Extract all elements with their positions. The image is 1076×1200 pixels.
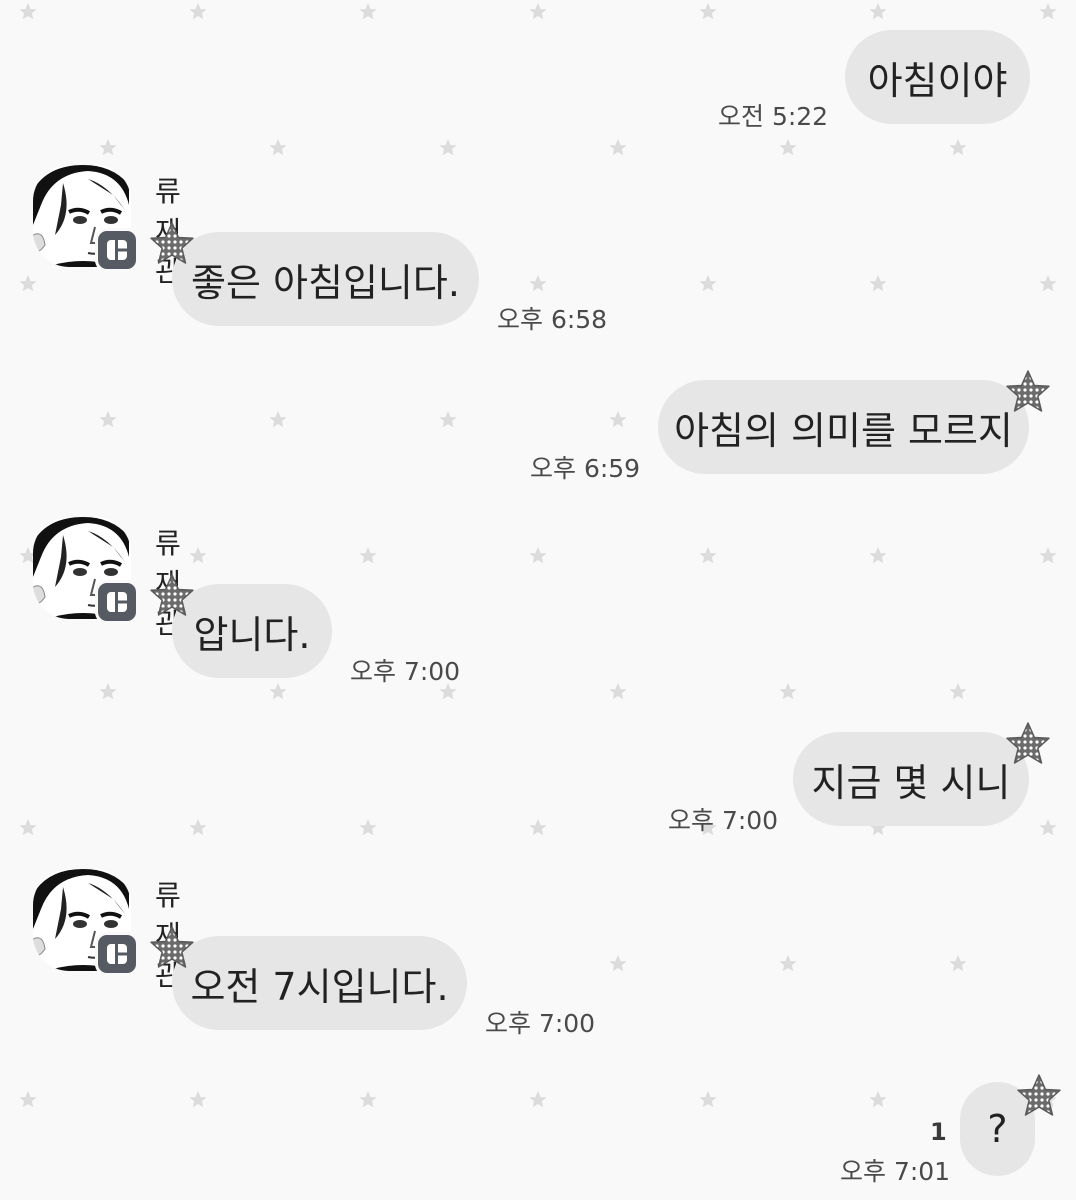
background-star (99, 411, 117, 428)
message-text: 아침의 의미를 모르지 (674, 408, 1013, 453)
background-star (19, 275, 37, 292)
app-badge-icon (95, 580, 139, 624)
polka-dot-star-icon (150, 222, 194, 264)
background-star (439, 411, 457, 428)
message-time: 오후 7:00 (485, 1009, 596, 1038)
message-text: 아침이야 (867, 58, 1008, 103)
background-star (699, 3, 717, 20)
message-time: 오후 6:58 (497, 305, 608, 334)
background-star (189, 1091, 207, 1108)
background-star (359, 819, 377, 836)
unread-count: 1 (930, 1118, 947, 1146)
background-star (779, 683, 797, 700)
background-star (19, 819, 37, 836)
background-star (99, 683, 117, 700)
background-star (19, 1091, 37, 1108)
background-star (529, 547, 547, 564)
message-bubble[interactable]: 아침이야 (845, 30, 1030, 124)
background-star (949, 955, 967, 972)
background-star (1039, 3, 1057, 20)
background-star (949, 683, 967, 700)
polka-dot-star-icon (1006, 370, 1050, 412)
background-star (269, 411, 287, 428)
message-time: 오후 7:01 (840, 1157, 951, 1186)
background-star (529, 3, 547, 20)
polka-dot-star-icon (1017, 1074, 1061, 1116)
background-star (1039, 547, 1057, 564)
message-text: 압니다. (193, 612, 311, 657)
message-time: 오전 5:22 (718, 102, 829, 131)
background-star (699, 547, 717, 564)
message-bubble[interactable]: 오전 7시입니다. (172, 936, 467, 1030)
message-text: 지금 몇 시니 (811, 760, 1011, 805)
message-text: 좋은 아침입니다. (191, 260, 460, 305)
background-star (869, 3, 887, 20)
background-star (779, 139, 797, 156)
background-star (609, 411, 627, 428)
app-badge-icon (95, 932, 139, 976)
message-bubble[interactable]: 아침의 의미를 모르지 (658, 380, 1029, 474)
background-star (1039, 275, 1057, 292)
background-star (529, 1091, 547, 1108)
background-star (869, 1091, 887, 1108)
background-star (609, 955, 627, 972)
background-star (359, 3, 377, 20)
polka-dot-star-icon (150, 926, 194, 968)
background-star (359, 1091, 377, 1108)
message-text: ? (987, 1107, 1008, 1151)
background-star (699, 275, 717, 292)
background-star (779, 955, 797, 972)
polka-dot-star-icon (1006, 722, 1050, 764)
background-star (699, 1091, 717, 1108)
background-star (529, 275, 547, 292)
background-star (269, 683, 287, 700)
background-star (869, 275, 887, 292)
polka-dot-star-icon (150, 574, 194, 616)
background-star (189, 547, 207, 564)
background-star (609, 683, 627, 700)
message-time: 오후 7:00 (668, 806, 779, 835)
background-star (189, 819, 207, 836)
background-star (99, 139, 117, 156)
background-star (19, 3, 37, 20)
message-time: 오후 6:59 (530, 454, 641, 483)
background-star (869, 547, 887, 564)
background-star (949, 139, 967, 156)
background-star (1039, 819, 1057, 836)
background-star (609, 139, 627, 156)
message-bubble[interactable]: 지금 몇 시니 (793, 732, 1029, 826)
background-star (439, 139, 457, 156)
message-time: 오후 7:00 (350, 657, 461, 686)
message-bubble[interactable]: 좋은 아침입니다. (172, 232, 479, 326)
app-badge-icon (95, 228, 139, 272)
background-star (269, 139, 287, 156)
background-star (359, 547, 377, 564)
message-text: 오전 7시입니다. (190, 964, 449, 1009)
background-star (189, 3, 207, 20)
background-star (529, 819, 547, 836)
